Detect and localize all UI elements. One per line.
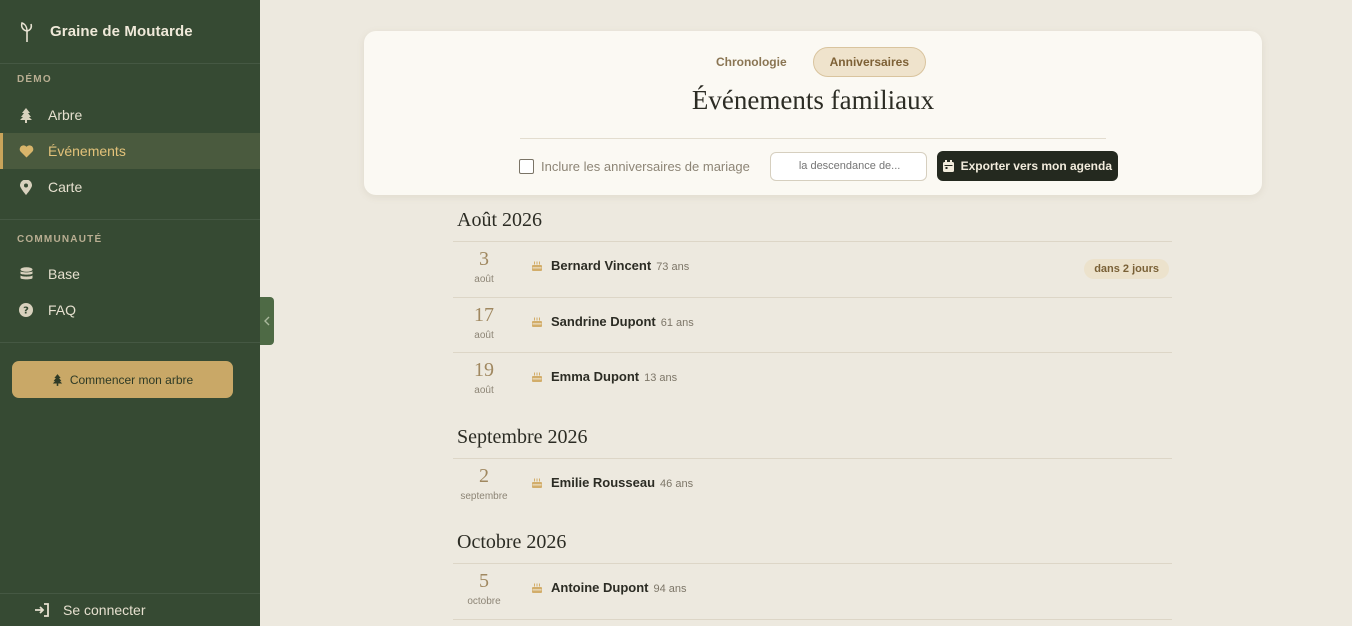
sidebar: Graine de Moutarde DÉMO Arbre Événements…: [0, 0, 260, 626]
svg-text:?: ?: [23, 306, 29, 317]
event-day: 5: [479, 570, 489, 592]
tree-icon: [52, 373, 63, 386]
event-day: 19: [474, 359, 494, 381]
sidebar-item-base[interactable]: Base: [0, 256, 260, 292]
event-month: août: [474, 385, 494, 396]
person-name: Emma Dupont: [551, 369, 640, 384]
event-month: août: [474, 330, 494, 341]
sidebar-collapse-toggle[interactable]: [260, 297, 274, 345]
birthday-cake-icon: [532, 582, 542, 593]
event-day: 2: [479, 465, 489, 487]
chevron-left-icon: [264, 316, 270, 326]
person-age: 46 ans: [660, 478, 694, 490]
person-age: 13 ans: [644, 372, 678, 384]
event-row[interactable]: 3 août Bernard Vincent 73 ans dans 2 jour…: [453, 242, 1172, 297]
event-day: 3: [479, 248, 489, 270]
start-tree-label: Commencer mon arbre: [69, 372, 194, 387]
view-tabs: Chronologie Anniversaires: [364, 47, 1262, 77]
section-title-communaute: COMMUNAUTÉ: [17, 234, 103, 245]
event-row[interactable]: 5 octobre Antoine Dupont 94 ans: [453, 564, 1172, 619]
login-label: Se connecter: [63, 602, 146, 618]
sidebar-item-label: Événements: [48, 143, 126, 159]
sidebar-item-evenements[interactable]: Événements: [0, 133, 260, 169]
event-person[interactable]: Antoine Dupont 94 ans: [551, 580, 687, 595]
question-icon: ?: [18, 302, 34, 318]
sidebar-item-label: Base: [48, 266, 80, 282]
birthday-cake-icon: [532, 371, 542, 382]
sidebar-item-carte[interactable]: Carte: [0, 169, 260, 205]
sidebar-item-label: Arbre: [48, 107, 83, 123]
include-marriage-option[interactable]: Inclure les anniversaires de mariage: [519, 158, 750, 174]
calendar-icon: [942, 160, 954, 172]
tree-icon: [18, 107, 34, 123]
person-name: Sandrine Dupont: [551, 314, 656, 329]
person-age: 73 ans: [656, 261, 690, 273]
month-heading: Octobre 2026: [457, 531, 567, 553]
divider: [0, 342, 260, 343]
event-day: 17: [474, 304, 494, 326]
sprout-icon: [18, 21, 36, 43]
divider: [520, 138, 1106, 139]
events-header-card: Chronologie Anniversaires Événements fam…: [364, 31, 1262, 195]
divider: [453, 619, 1172, 620]
divider: [0, 219, 260, 220]
database-icon: [18, 266, 34, 282]
tab-chronologie[interactable]: Chronologie: [700, 47, 803, 77]
tab-anniversaires[interactable]: Anniversaires: [812, 47, 927, 77]
page-title: Événements familiaux: [691, 85, 935, 115]
map-pin-icon: [18, 179, 34, 195]
birthday-cake-icon: [532, 477, 542, 488]
sidebar-item-arbre[interactable]: Arbre: [0, 97, 260, 133]
event-person[interactable]: Sandrine Dupont 61 ans: [551, 314, 694, 329]
event-month: octobre: [467, 596, 501, 607]
person-age: 61 ans: [660, 317, 694, 329]
event-month: août: [474, 274, 494, 285]
sidebar-item-faq[interactable]: ? FAQ: [0, 292, 260, 328]
event-row[interactable]: 17 août Sandrine Dupont 61 ans: [453, 298, 1172, 353]
person-name: Antoine Dupont: [551, 580, 649, 595]
start-tree-button[interactable]: Commencer mon arbre: [12, 361, 233, 398]
birthday-cake-icon: [532, 260, 542, 271]
include-marriage-label: Inclure les anniversaires de mariage: [541, 158, 750, 174]
event-month: septembre: [460, 491, 508, 502]
month-heading: Août 2026: [457, 209, 542, 231]
sign-in-icon: [34, 603, 50, 617]
section-title-demo: DÉMO: [17, 74, 52, 85]
heart-icon: [18, 143, 34, 159]
month-heading: Septembre 2026: [457, 426, 588, 448]
sidebar-item-label: FAQ: [48, 302, 77, 318]
person-age: 94 ans: [653, 583, 687, 595]
login-link[interactable]: Se connecter: [0, 593, 260, 626]
export-calendar-label: Exporter vers mon agenda: [960, 159, 1113, 173]
descendant-search-input[interactable]: [769, 151, 927, 181]
event-row[interactable]: 19 août Emma Dupont 13 ans: [453, 353, 1172, 408]
brand-name: Graine de Moutarde: [50, 23, 193, 40]
event-row[interactable]: 2 septembre Emilie Rousseau 46 ans: [453, 459, 1172, 514]
person-name: Bernard Vincent: [551, 258, 652, 273]
filter-controls: Inclure les anniversaires de mariage Exp…: [519, 151, 1118, 181]
sidebar-item-label: Carte: [48, 179, 83, 195]
birthday-cake-icon: [532, 316, 542, 327]
include-marriage-checkbox[interactable]: [519, 158, 534, 174]
event-person[interactable]: Emma Dupont 13 ans: [551, 369, 677, 384]
countdown-badge: dans 2 jours: [1084, 259, 1169, 279]
brand[interactable]: Graine de Moutarde: [0, 0, 260, 64]
event-person[interactable]: Emilie Rousseau 46 ans: [551, 475, 693, 490]
export-calendar-button[interactable]: Exporter vers mon agenda: [936, 151, 1118, 181]
person-name: Emilie Rousseau: [551, 475, 656, 490]
event-person[interactable]: Bernard Vincent 73 ans: [551, 258, 689, 273]
